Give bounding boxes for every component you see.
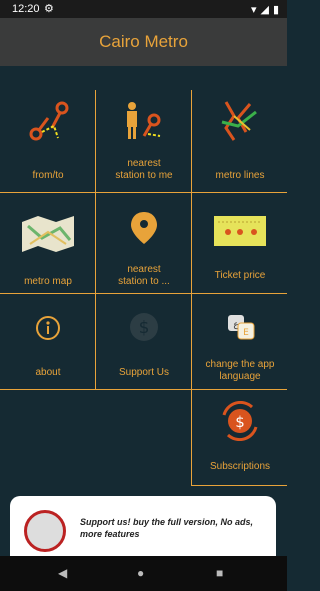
change-language-label: change the app language <box>205 359 275 382</box>
status-bar: 12:20 ⚙ ▾ ◢ ▮ <box>0 0 287 18</box>
subscription-dollar-icon: $ <box>222 401 258 441</box>
navigation-bar: ◀ ● ■ <box>0 556 287 591</box>
ticket-price-label: Ticket price <box>214 270 266 281</box>
metro-map-label: metro map <box>24 276 72 287</box>
app-bar: Cairo Metro <box>0 18 287 66</box>
ticket-icon <box>214 216 266 246</box>
nearest-station-to-me-button[interactable]: nearest station to me <box>96 92 192 192</box>
signal-icon: ◢ <box>260 4 269 16</box>
status-icons: ▾ ◢ ▮ <box>251 3 279 16</box>
app-title: Cairo Metro <box>99 32 188 51</box>
metro-lines-icon <box>221 101 257 141</box>
status-time: 12:20 <box>12 3 40 15</box>
from-to-button[interactable]: from/to <box>0 92 96 192</box>
home-icon[interactable]: ● <box>137 566 144 580</box>
metro-map-button[interactable]: metro map <box>0 194 96 294</box>
battery-icon: ▮ <box>272 4 279 16</box>
support-us-label: Support Us <box>118 367 170 378</box>
grid-divider <box>0 192 287 193</box>
nearest-station-to-button[interactable]: nearest station to ... <box>96 194 192 294</box>
nearest-station-to-label: nearest station to ... <box>118 264 170 287</box>
ad-banner[interactable]: Support us! buy the full version, No ads… <box>10 496 276 556</box>
grid-divider <box>191 485 287 486</box>
dollar-coin-icon: $ <box>130 313 158 341</box>
ad-text: Support us! buy the full version, No ads… <box>80 517 254 539</box>
recents-icon[interactable]: ■ <box>216 566 223 580</box>
subscriptions-label: Subscriptions <box>209 461 271 472</box>
map-icon <box>22 216 74 252</box>
svg-text:$: $ <box>139 318 150 338</box>
metro-lines-label: metro lines <box>215 170 265 181</box>
settings-gear-icon: ⚙ <box>44 3 54 15</box>
nearest-station-to-me-label: nearest station to me <box>115 158 173 181</box>
person-location-icon <box>127 102 161 139</box>
change-language-button[interactable]: ع E change the app language <box>192 295 288 395</box>
svg-text:$: $ <box>235 413 245 431</box>
location-pin-icon <box>131 212 157 244</box>
cairo-metro-logo <box>24 510 66 552</box>
about-button[interactable]: about <box>0 295 96 395</box>
from-to-icon <box>29 101 69 141</box>
metro-lines-button[interactable]: metro lines <box>192 92 288 192</box>
info-icon <box>36 316 60 340</box>
subscriptions-button[interactable]: $ Subscriptions <box>192 391 288 485</box>
support-us-button[interactable]: $ Support Us <box>96 295 192 395</box>
language-icon: ع E <box>228 315 255 340</box>
svg-text:E: E <box>243 328 249 338</box>
wifi-icon: ▾ <box>250 4 257 16</box>
about-label: about <box>35 367 61 378</box>
from-to-label: from/to <box>32 170 64 181</box>
ticket-price-button[interactable]: Ticket price <box>192 194 288 294</box>
back-icon[interactable]: ◀ <box>58 566 67 580</box>
